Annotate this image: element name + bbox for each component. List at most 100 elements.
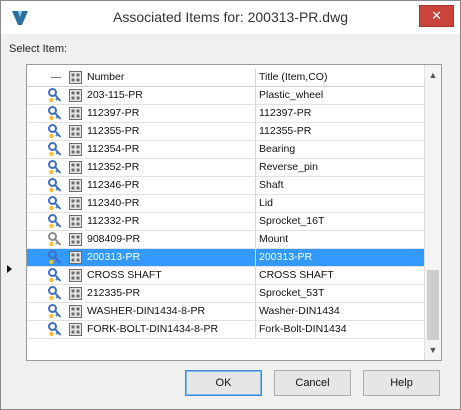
number-cell[interactable]: CROSS SHAFT (27, 267, 256, 285)
table-row[interactable]: 112340-PR Lid (27, 195, 425, 213)
table-row[interactable]: 112346-PR Shaft (27, 177, 425, 195)
key-icon (48, 178, 62, 193)
item-title[interactable]: 200313-PR (256, 249, 425, 267)
key-icon (48, 304, 62, 319)
number-cell[interactable]: 112346-PR (27, 177, 256, 195)
key-icon (48, 160, 62, 175)
close-button[interactable]: ✕ (419, 5, 454, 27)
item-number: 908409-PR (87, 233, 141, 245)
item-number: 212335-PR (87, 287, 141, 299)
item-icon (69, 179, 82, 192)
number-cell[interactable]: 112354-PR (27, 141, 256, 159)
number-cell[interactable]: WASHER-DIN1434-8-PR (27, 303, 256, 321)
table-row[interactable]: CROSS SHAFT CROSS SHAFT (27, 267, 425, 285)
item-title[interactable]: CROSS SHAFT (256, 267, 425, 285)
window-title: Associated Items for: 200313-PR.dwg (112, 9, 348, 25)
item-icon (69, 125, 82, 138)
item-title[interactable]: Shaft (256, 177, 425, 195)
number-cell[interactable]: 112355-PR (27, 123, 256, 141)
item-icon (69, 269, 82, 282)
key-icon (48, 124, 62, 139)
item-number: 112332-PR (87, 215, 140, 227)
current-row-pointer-icon (7, 265, 12, 273)
item-number: FORK-BOLT-DIN1434-8-PR (87, 323, 219, 335)
item-title[interactable]: Bearing (256, 141, 425, 159)
key-icon (48, 196, 62, 211)
number-cell[interactable]: FORK-BOLT-DIN1434-8-PR (27, 321, 256, 339)
column-header-number[interactable]: — Number (27, 69, 256, 87)
number-cell[interactable]: 908409-PR (27, 231, 256, 249)
scroll-down-icon[interactable]: ▼ (425, 342, 441, 358)
scrollbar-thumb[interactable] (427, 270, 439, 340)
item-number: CROSS SHAFT (87, 269, 162, 281)
item-number: 112352-PR (87, 161, 140, 173)
item-number: 112397-PR (87, 107, 140, 119)
item-title[interactable]: Mount (256, 231, 425, 249)
item-number: 112354-PR (87, 143, 140, 155)
item-title[interactable]: Fork-Bolt-DIN1434 (256, 321, 425, 339)
item-title[interactable]: Washer-DIN1434 (256, 303, 425, 321)
table-row[interactable]: 212335-PR Sprocket_53T (27, 285, 425, 303)
cancel-button[interactable]: Cancel (274, 370, 351, 396)
item-icon (69, 251, 82, 264)
items-grid[interactable]: — Number Title (Item,CO) 203-115-PR Plast… (26, 64, 442, 361)
item-title[interactable]: Plastic_wheel (256, 87, 425, 105)
key-icon (48, 232, 62, 247)
collapse-icon[interactable]: — (51, 72, 61, 83)
item-title[interactable]: Lid (256, 195, 425, 213)
item-icon (69, 161, 82, 174)
title-bar[interactable]: Associated Items for: 200313-PR.dwg ✕ (1, 1, 460, 34)
item-icon (69, 71, 82, 84)
item-icon (69, 215, 82, 228)
item-number: WASHER-DIN1434-8-PR (87, 305, 206, 317)
item-icon (69, 143, 82, 156)
number-cell[interactable]: 112352-PR (27, 159, 256, 177)
item-title[interactable]: Sprocket_53T (256, 285, 425, 303)
number-cell[interactable]: 112397-PR (27, 105, 256, 123)
column-header-title[interactable]: Title (Item,CO) (256, 69, 425, 87)
table-row[interactable]: 908409-PR Mount (27, 231, 425, 249)
help-button[interactable]: Help (363, 370, 440, 396)
ok-button[interactable]: OK (185, 370, 262, 396)
number-cell[interactable]: 203-115-PR (27, 87, 256, 105)
table-row[interactable]: 200313-PR 200313-PR (27, 249, 425, 267)
table-row[interactable]: WASHER-DIN1434-8-PR Washer-DIN1434 (27, 303, 425, 321)
table-row[interactable]: FORK-BOLT-DIN1434-8-PR Fork-Bolt-DIN1434 (27, 321, 425, 339)
table-row[interactable]: 112355-PR 112355-PR (27, 123, 425, 141)
number-cell[interactable]: 112332-PR (27, 213, 256, 231)
table-row[interactable]: 112332-PR Sprocket_16T (27, 213, 425, 231)
table-row[interactable]: 203-115-PR Plastic_wheel (27, 87, 425, 105)
item-icon (69, 323, 82, 336)
item-icon (69, 107, 82, 120)
select-item-label: Select Item: (9, 43, 68, 55)
item-title[interactable]: Reverse_pin (256, 159, 425, 177)
item-icon (69, 287, 82, 300)
key-icon (48, 88, 62, 103)
number-cell[interactable]: 200313-PR (27, 249, 256, 267)
autodesk-vault-icon (12, 11, 28, 25)
table-row[interactable]: 112352-PR Reverse_pin (27, 159, 425, 177)
item-title[interactable]: 112397-PR (256, 105, 425, 123)
item-title[interactable]: 112355-PR (256, 123, 425, 141)
scroll-up-icon[interactable]: ▲ (425, 67, 441, 83)
key-icon (48, 142, 62, 157)
number-cell[interactable]: 112340-PR (27, 195, 256, 213)
key-icon (48, 106, 62, 121)
table-row[interactable]: 112354-PR Bearing (27, 141, 425, 159)
table-row[interactable]: 112397-PR 112397-PR (27, 105, 425, 123)
key-icon (48, 250, 62, 265)
column-header-number-label: Number (87, 71, 125, 83)
number-cell[interactable]: 212335-PR (27, 285, 256, 303)
item-title[interactable]: Sprocket_16T (256, 213, 425, 231)
key-icon (48, 322, 62, 337)
key-icon (48, 268, 62, 283)
vertical-scrollbar[interactable]: ▲ ▼ (424, 65, 441, 360)
key-icon (48, 214, 62, 229)
item-number: 112355-PR (87, 125, 140, 137)
item-number: 203-115-PR (87, 89, 143, 101)
item-icon (69, 305, 82, 318)
grid-header: — Number Title (Item,CO) (27, 69, 425, 87)
item-icon (69, 197, 82, 210)
item-icon (69, 233, 82, 246)
item-number: 112346-PR (87, 179, 140, 191)
